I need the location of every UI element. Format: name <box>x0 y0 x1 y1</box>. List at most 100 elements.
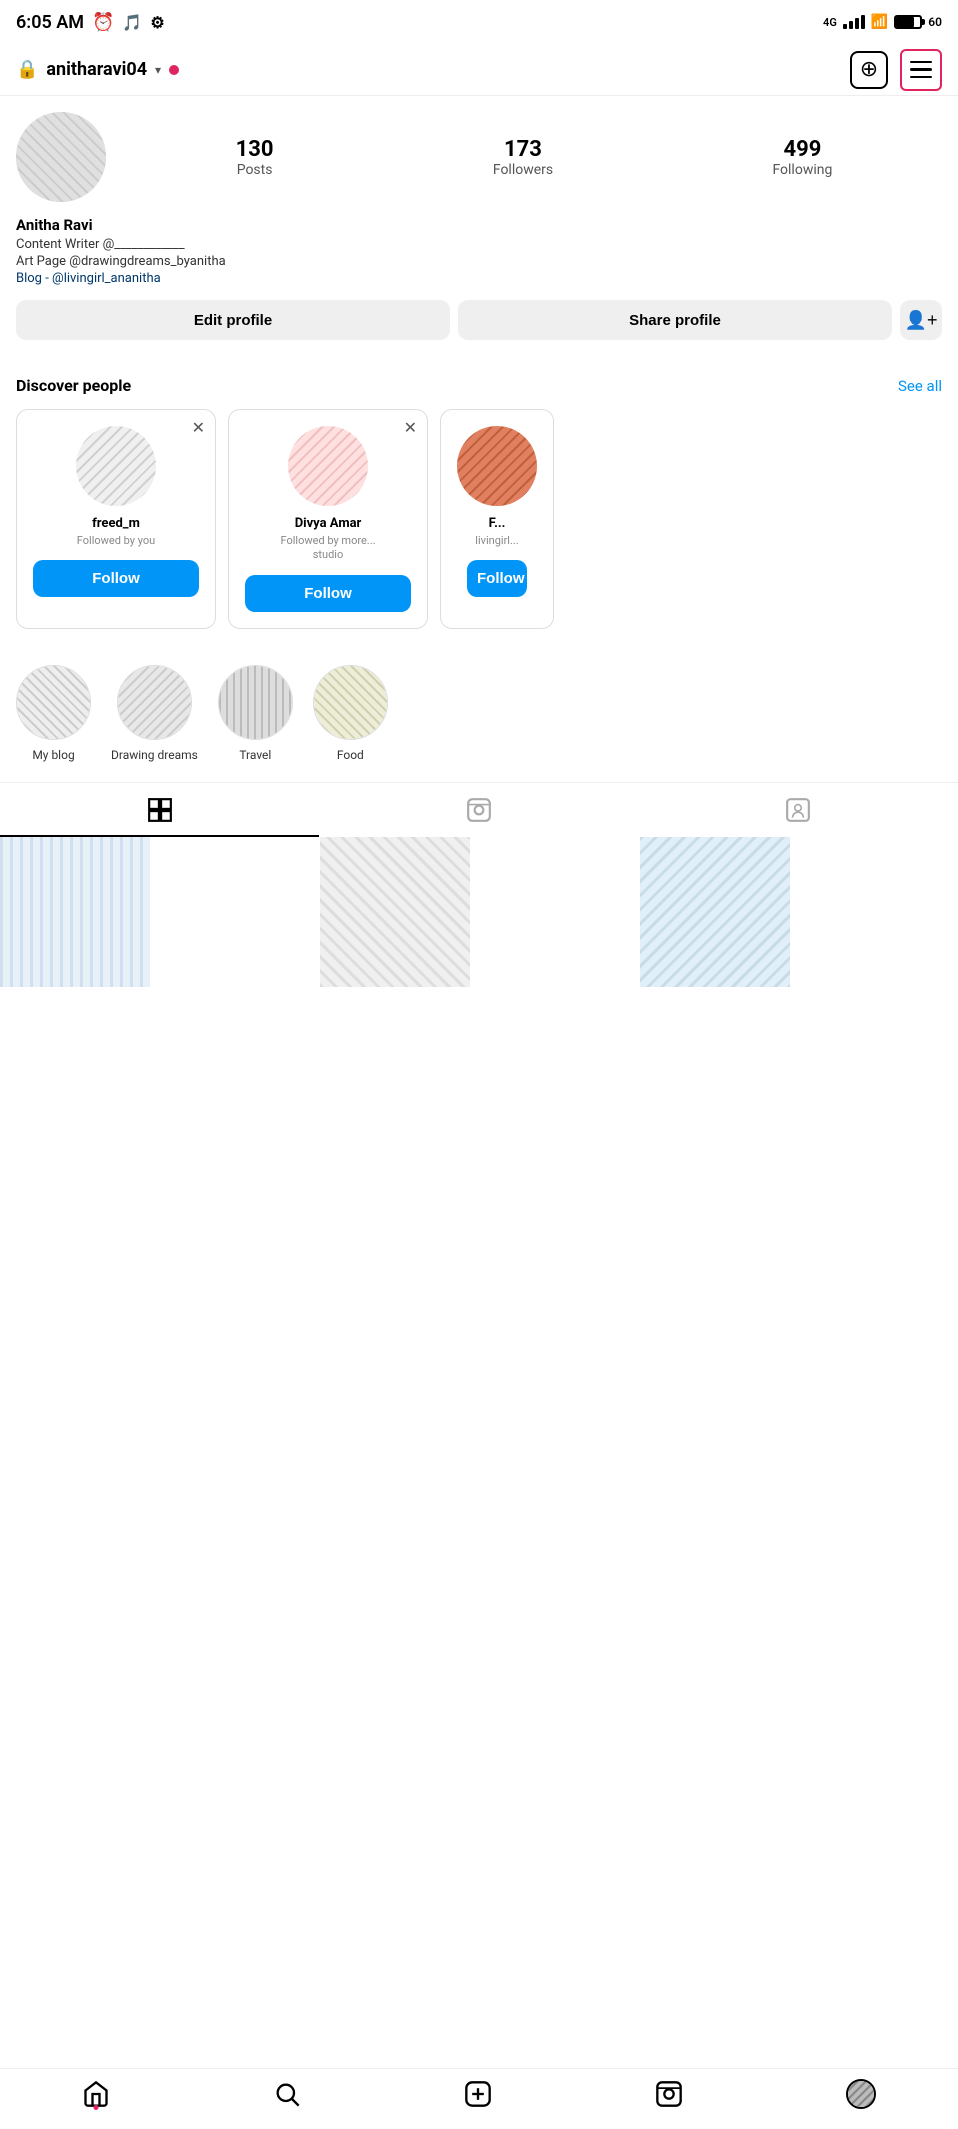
nav-avatar <box>846 2079 876 2109</box>
suggestion-card-1: ✕ freed_m Followed by you Follow <box>16 409 216 629</box>
tabs-section <box>0 782 958 837</box>
suggestion-avatar-2[interactable] <box>288 426 368 506</box>
menu-line-3 <box>910 76 932 79</box>
suggestion-name-2: Divya Amar <box>295 516 362 531</box>
posts-count: 130 <box>236 137 274 162</box>
action-buttons: Edit profile Share profile 👤+ <box>16 300 942 340</box>
tab-grid[interactable] <box>0 783 319 837</box>
username-text: anitharavi04 <box>46 59 147 80</box>
bottom-spacer <box>0 987 958 1077</box>
suggestion-avatar-3[interactable] <box>457 426 537 506</box>
status-right-area: 4G 📶 60 <box>823 14 942 30</box>
edit-profile-button[interactable]: Edit profile <box>16 300 450 340</box>
nav-search[interactable] <box>273 2080 301 2108</box>
alarm-icon: ⏰ <box>92 12 114 33</box>
suggestions-row: ✕ freed_m Followed by you Follow ✕ Divya… <box>16 409 942 641</box>
suggestion-name-3: F... <box>489 516 506 531</box>
highlight-item-4[interactable]: Food <box>313 665 388 762</box>
followers-count: 173 <box>504 137 542 162</box>
tab-tagged[interactable] <box>639 783 958 837</box>
posts-stat[interactable]: 130 Posts <box>236 137 274 178</box>
suggestion-name-1: freed_m <box>92 516 140 531</box>
bar4 <box>861 15 865 29</box>
battery-label: 60 <box>928 15 942 29</box>
close-suggestion-1[interactable]: ✕ <box>192 418 205 437</box>
bio-line-3[interactable]: Blog - @livingirl_ananitha <box>16 271 942 286</box>
nav-add[interactable] <box>464 2080 492 2108</box>
suggestion-avatar-image-2 <box>288 426 368 506</box>
follow-button-3[interactable]: Follow <box>467 560 527 597</box>
bio-line-2: Art Page @drawingdreams_byanitha <box>16 254 942 269</box>
username-area[interactable]: 🔒 anitharavi04 ▾ <box>16 59 179 80</box>
highlight-image-4 <box>314 666 387 739</box>
bar1 <box>843 24 847 29</box>
post-image-2 <box>320 837 470 987</box>
highlight-circle-3 <box>218 665 293 740</box>
post-item-3[interactable] <box>640 837 790 987</box>
follow-button-2[interactable]: Follow <box>245 575 411 612</box>
follow-button-1[interactable]: Follow <box>33 560 199 597</box>
add-post-button[interactable]: ⊕ <box>850 51 888 89</box>
bio-section: Anitha Ravi Content Writer @____________… <box>16 216 942 286</box>
highlight-circle-2 <box>117 665 192 740</box>
add-icon <box>464 2080 492 2108</box>
discover-section: Discover people See all ✕ freed_m Follow… <box>0 360 958 641</box>
home-icon <box>82 2080 110 2108</box>
post-image-3 <box>640 837 790 987</box>
highlight-label-3: Travel <box>239 748 271 762</box>
following-stat[interactable]: 499 Following <box>772 137 832 178</box>
reels-icon <box>466 797 492 823</box>
see-all-button[interactable]: See all <box>898 377 942 395</box>
profile-name: Anitha Ravi <box>16 216 942 234</box>
followers-stat[interactable]: 173 Followers <box>493 137 553 178</box>
post-item-1[interactable] <box>0 837 150 987</box>
avatar-image <box>16 112 106 202</box>
suggestion-card-3: F... livingirl... Follow <box>440 409 554 629</box>
bottom-nav <box>0 2068 958 2129</box>
profile-section: 130 Posts 173 Followers 499 Following An… <box>0 96 958 360</box>
nav-profile[interactable] <box>846 2079 876 2109</box>
nav-home[interactable] <box>82 2080 110 2108</box>
highlight-circle-1 <box>16 665 91 740</box>
highlight-circle-4 <box>313 665 388 740</box>
highlight-item-2[interactable]: Drawing dreams <box>111 665 198 762</box>
bar3 <box>855 18 859 29</box>
following-count: 499 <box>783 137 821 162</box>
profile-avatar[interactable] <box>16 112 106 202</box>
share-profile-button[interactable]: Share profile <box>458 300 892 340</box>
highlight-label-1: My blog <box>32 748 74 762</box>
discover-header: Discover people See all <box>16 376 942 395</box>
nav-reels[interactable] <box>655 2080 683 2108</box>
close-suggestion-2[interactable]: ✕ <box>404 418 417 437</box>
tab-reels[interactable] <box>319 783 638 837</box>
following-label: Following <box>772 162 832 178</box>
highlights-row: My blog Drawing dreams Travel Food <box>16 665 942 762</box>
dropdown-arrow-icon: ▾ <box>155 63 161 77</box>
battery-icon <box>894 15 922 29</box>
signal-bars <box>843 15 865 29</box>
add-friend-button[interactable]: 👤+ <box>900 300 942 340</box>
grid-icon <box>147 797 173 823</box>
highlight-item-1[interactable]: My blog <box>16 665 91 762</box>
plus-icon: ⊕ <box>860 57 878 82</box>
suggestion-avatar-image-1 <box>76 426 156 506</box>
reels-nav-icon <box>655 2080 683 2108</box>
highlight-label-2: Drawing dreams <box>111 748 198 762</box>
settings-icon: ⚙ <box>150 13 164 32</box>
menu-line-1 <box>910 61 932 64</box>
menu-button[interactable] <box>900 49 942 91</box>
post-item-2[interactable] <box>320 837 470 987</box>
highlight-item-3[interactable]: Travel <box>218 665 293 762</box>
lock-icon: 🔒 <box>16 59 38 80</box>
highlight-label-4: Food <box>337 748 364 762</box>
battery-fill <box>896 17 914 27</box>
header-icons: ⊕ <box>850 49 942 91</box>
highlight-image-3 <box>219 666 292 739</box>
home-notification-dot <box>93 2105 98 2110</box>
notification-dot <box>169 65 179 75</box>
suggestion-sub-2: Followed by more...studio <box>280 534 375 563</box>
post-image-1 <box>0 837 150 987</box>
music-icon: 🎵 <box>122 13 142 32</box>
suggestion-avatar-1[interactable] <box>76 426 156 506</box>
suggestion-sub-3: livingirl... <box>475 534 518 548</box>
